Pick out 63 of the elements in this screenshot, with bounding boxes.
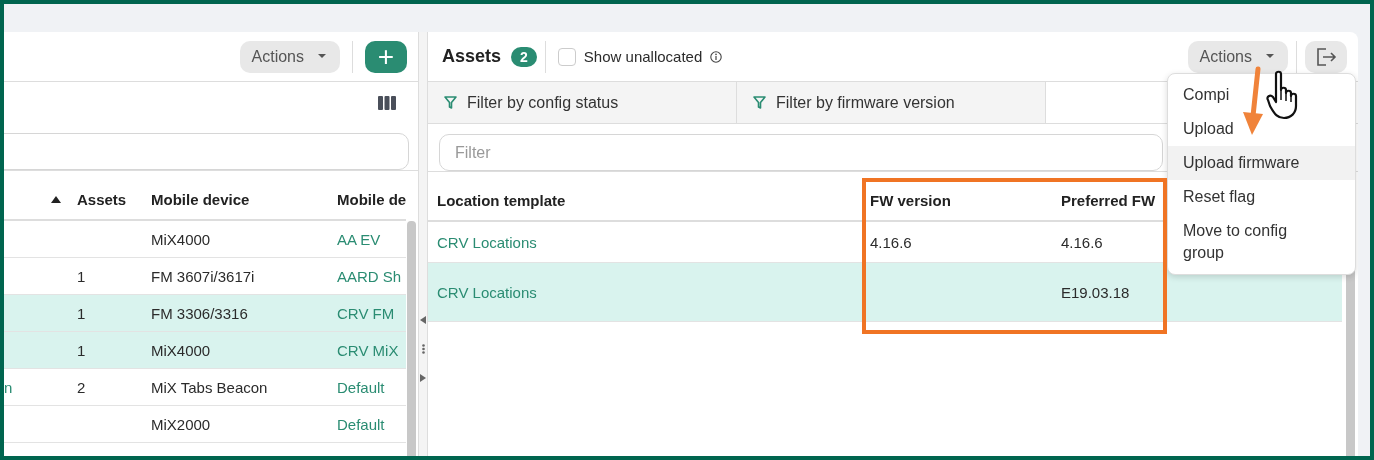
table-link[interactable]: CRV Locations [437, 283, 537, 301]
scrollbar[interactable] [407, 221, 416, 456]
filter-icon [444, 96, 457, 109]
filter-tab[interactable]: Filter by firmware version [737, 82, 1046, 123]
menu-item[interactable]: Reset flag [1168, 180, 1355, 214]
column-header[interactable]: Location template [437, 191, 566, 209]
table-row[interactable]: CRV Locations E19.03.18 [428, 263, 1342, 322]
checkbox-label[interactable]: Show unallocated [583, 48, 703, 65]
exit-button[interactable] [1305, 40, 1347, 73]
column-header[interactable]: FW version [870, 191, 951, 209]
search-field[interactable] [4, 133, 409, 170]
checkbox[interactable] [557, 47, 576, 66]
filter-tab[interactable]: Filter by config status [428, 82, 737, 123]
table-cell: MiX2000 [151, 415, 211, 433]
columns-icon[interactable] [378, 95, 396, 110]
column-header[interactable]: Mobile de [337, 190, 406, 208]
table-link[interactable]: Default [337, 378, 385, 396]
table-row[interactable]: 1 FM 3306/3316 CRV FM [4, 295, 406, 332]
exit-icon [1315, 46, 1337, 67]
table-cell: 1 [77, 341, 86, 359]
column-header[interactable]: Preferred FW [1061, 191, 1156, 209]
info-icon[interactable] [710, 50, 723, 63]
add-button[interactable]: + [365, 40, 407, 73]
actions-button[interactable]: Actions [239, 40, 340, 73]
caret-icon [318, 54, 326, 59]
table-link[interactable]: AARD Sh [337, 267, 402, 285]
table-link[interactable]: CRV MiX [337, 341, 399, 359]
sort-ascending-icon[interactable] [51, 195, 61, 203]
table-cell: MiX4000 [151, 341, 211, 359]
table-row[interactable]: MiX2000 Default [4, 406, 406, 443]
table-cell: 2 [77, 378, 86, 396]
actions-button[interactable]: Actions [1187, 40, 1288, 73]
drag-handle-icon[interactable] [421, 344, 425, 354]
arrow [1242, 66, 1266, 136]
table-cell: MiX4000 [151, 230, 211, 248]
table-cell: FM 3306/3316 [151, 304, 248, 322]
filter-icon [753, 96, 766, 109]
panel-title: Assets [442, 46, 502, 67]
menu-item[interactable]: Upload firmware [1168, 146, 1355, 180]
table-cell: 1 [77, 267, 86, 285]
table-row[interactable]: 1 MiX4000 CRV MiX [4, 332, 406, 369]
table-cell: n [4, 378, 13, 396]
table-cell: MiX Tabs Beacon [151, 378, 268, 396]
table-link[interactable]: Default [337, 415, 385, 433]
collapse-left-icon[interactable] [420, 316, 426, 324]
table-cell: FM 3607i/3617i [151, 267, 255, 285]
table-cell: 1 [77, 304, 86, 322]
menu-item[interactable]: Upload [1168, 112, 1355, 146]
table-link[interactable]: CRV FM [337, 304, 395, 322]
table-cell: 4.16.6 [1061, 233, 1103, 251]
menu-item[interactable]: Compi [1168, 78, 1355, 112]
table-cell: E19.03.18 [1061, 283, 1130, 301]
expand-right-icon[interactable] [420, 374, 426, 382]
filter-field[interactable]: Filter [439, 134, 1163, 171]
table-row[interactable]: n 2 MiX Tabs Beacon Default [4, 369, 406, 406]
table-cell: 4.16.6 [870, 233, 912, 251]
count-badge: 2 [511, 46, 537, 67]
table-row[interactable]: MiX4000 AA EV [4, 221, 406, 258]
column-header[interactable]: Mobile device [151, 190, 250, 208]
caret-icon [1266, 54, 1274, 59]
column-header[interactable]: Assets [77, 190, 127, 208]
table-link[interactable]: CRV Locations [437, 233, 537, 251]
table-link[interactable]: AA EV [337, 230, 381, 248]
